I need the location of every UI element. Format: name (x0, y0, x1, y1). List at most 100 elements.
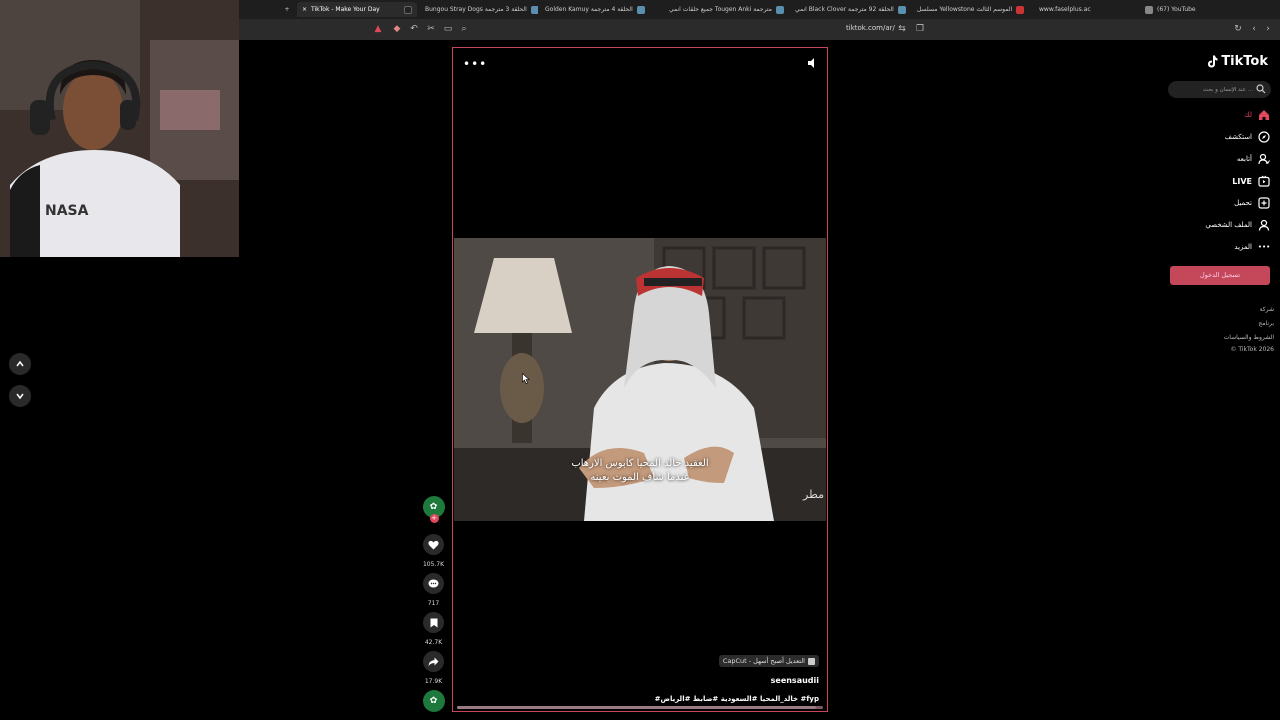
previous-video-button[interactable] (9, 353, 31, 375)
tab-label: Golden Kamuy الحلقة 4 مترجمة (545, 6, 633, 13)
footer-link-company[interactable]: شركة (1260, 306, 1274, 313)
red-favicon-icon (1016, 5, 1025, 14)
capcut-badge[interactable]: CapCut - التعديل أصبح أسهل (718, 655, 819, 667)
tab-faselplus[interactable]: www.faselplus.ac (1034, 2, 1134, 17)
site-favicon-icon (775, 5, 784, 14)
capcut-icon (808, 657, 815, 665)
back-icon[interactable]: ‹ (1248, 23, 1260, 35)
save-count: 42.7K (424, 639, 443, 646)
footer-link-terms[interactable]: الشروط والسياسات (1224, 334, 1274, 341)
close-icon[interactable]: × (302, 6, 307, 13)
site-favicon-icon (636, 5, 645, 14)
tab-label: جميع حلقات انمي Tougen Anki مترجمة (669, 6, 772, 13)
live-icon (1258, 175, 1270, 187)
tab-label: انمي Black Clover الحلقة 92 مترجمة (795, 6, 894, 13)
more-icon: ••• (1257, 243, 1271, 251)
comment-icon (428, 579, 439, 587)
upload-icon (1258, 197, 1270, 209)
plus-icon: + (284, 6, 290, 13)
tab-golden-kamuy[interactable]: Golden Kamuy الحلقة 4 مترجمة (540, 2, 660, 17)
creator-avatar[interactable]: ✿ + (421, 496, 446, 523)
footer-link-program[interactable]: برنامج (1258, 320, 1274, 327)
capcut-label: CapCut - التعديل أصبح أسهل (722, 657, 805, 665)
translate-icon[interactable]: ↶ (408, 23, 420, 35)
bookmark-icon[interactable]: ❐ (914, 23, 926, 35)
more-options-icon[interactable]: ••• (463, 57, 487, 71)
video-frame-image: العقيد خالد المحيا كابوس الارهاب عندما ش… (454, 238, 826, 521)
home-icon (1258, 109, 1270, 121)
video-player[interactable]: ••• العقيد خالد المحيا كابوس الارهاب عند… (452, 47, 828, 712)
sidebar-item-more[interactable]: المزيد ••• (1234, 240, 1270, 254)
sidebar-item-upload[interactable]: تحميل (1234, 196, 1270, 210)
tiktok-note-icon (1208, 55, 1218, 68)
site-favicon-icon (897, 5, 906, 14)
zoom-icon[interactable]: ⌕ (458, 23, 470, 35)
webcam-person-image: NASA (0, 0, 239, 257)
reload-icon[interactable]: ↻ (1232, 23, 1244, 35)
comment-count: 717 (427, 600, 440, 607)
sidebar-item-label: أتابعه (1236, 155, 1252, 163)
tab-label: (67) YouTube (1157, 6, 1196, 13)
volume-icon[interactable] (807, 57, 817, 69)
screen-icon[interactable]: ▭ (442, 23, 454, 35)
chevron-up-icon (16, 360, 24, 367)
video-progress-bar[interactable] (457, 706, 823, 709)
sidebar-item-label: المزيد (1234, 243, 1252, 251)
like-button[interactable]: 105.7K (421, 534, 446, 568)
login-button[interactable]: تسجيل الدخول (1170, 266, 1270, 285)
tab-label: TikTok - Make Your Day (311, 6, 380, 13)
avatar: ✿ + (422, 496, 445, 523)
search-icon[interactable] (1256, 84, 1266, 94)
sidebar-item-for-you[interactable]: لك (1244, 108, 1270, 122)
screen: + × TikTok - Make Your Day Bungou Stray … (0, 0, 1280, 720)
sidebar-item-label: لك (1243, 111, 1252, 119)
site-favicon-icon (530, 5, 538, 14)
tab-label: Bungou Stray Dogs الحلقة 3 مترجمة (425, 6, 527, 13)
mouse-cursor-icon (522, 373, 530, 384)
video-hashtags[interactable]: #خالد_المحيا #السعودية #ضابط #الرياض #fy… (655, 695, 819, 703)
logo-text: TikTok (1221, 54, 1268, 69)
comment-button[interactable]: 717 (421, 573, 446, 607)
search-input[interactable]: عند الإنسان و بحث ... (1168, 81, 1271, 98)
tab-tiktok[interactable]: × TikTok - Make Your Day (297, 2, 417, 17)
tab-yellowstone[interactable]: مسلسل Yellowstone الموسم الثالث (912, 2, 1030, 17)
youtube-favicon-icon (1145, 5, 1153, 14)
tab-youtube[interactable]: (67) YouTube (1140, 2, 1240, 17)
follow-plus-icon[interactable]: + (429, 514, 439, 523)
url-text[interactable]: tiktok.com/ar/ (846, 24, 895, 32)
video-progress-fill (457, 706, 816, 709)
sidebar-item-label: LIVE (1232, 176, 1252, 186)
sidebar-item-live[interactable]: LIVE (1232, 174, 1270, 188)
save-button[interactable]: 42.7K (421, 612, 446, 646)
compass-icon (1258, 131, 1270, 143)
sound-avatar[interactable]: ✿ (421, 690, 446, 712)
sidebar-item-label: استكشف (1224, 133, 1252, 141)
subtitle-line-2: عندما شاف الموت بعينه (590, 472, 690, 483)
tab-black-clover[interactable]: انمي Black Clover الحلقة 92 مترجمة (790, 2, 908, 17)
sidebar-item-label: تحميل (1234, 199, 1252, 207)
subtitle-line-1: العقيد خالد المحيا كابوس الارهاب (571, 458, 709, 469)
tune-icon[interactable]: ⇆ (896, 23, 908, 35)
footer-copyright: © TikTok 2026 (1230, 346, 1275, 353)
tab-bungou[interactable]: Bungou Stray Dogs الحلقة 3 مترجمة (420, 2, 538, 17)
sidebar-item-explore[interactable]: استكشف (1225, 130, 1270, 144)
tiktok-logo[interactable]: TikTok (1207, 54, 1268, 69)
heart-icon (428, 540, 439, 549)
forward-icon[interactable]: › (1262, 23, 1274, 35)
tools-icon[interactable]: ✂ (425, 23, 437, 35)
sidebar-item-profile[interactable]: الملف الشخصي (1205, 218, 1270, 232)
tiktok-favicon-icon (404, 5, 412, 14)
svg-text:NASA: NASA (45, 203, 89, 219)
sidebar-item-following[interactable]: أتابعه (1237, 152, 1270, 166)
music-disc-icon: ✿ (422, 690, 445, 712)
video-author[interactable]: seensaudii (771, 676, 819, 685)
next-video-button[interactable] (9, 385, 31, 407)
tab-tougen-anki[interactable]: جميع حلقات انمي Tougen Anki مترجمة (664, 2, 784, 17)
extension-icon[interactable]: ▲ (372, 23, 384, 35)
profile-icon (1258, 219, 1270, 231)
extension-icon[interactable]: ◆ (391, 23, 403, 35)
share-icon (428, 657, 439, 666)
share-button[interactable]: 17.9K (421, 651, 446, 685)
tab-label: www.faselplus.ac (1039, 6, 1091, 13)
new-tab-button[interactable]: + (280, 2, 294, 17)
